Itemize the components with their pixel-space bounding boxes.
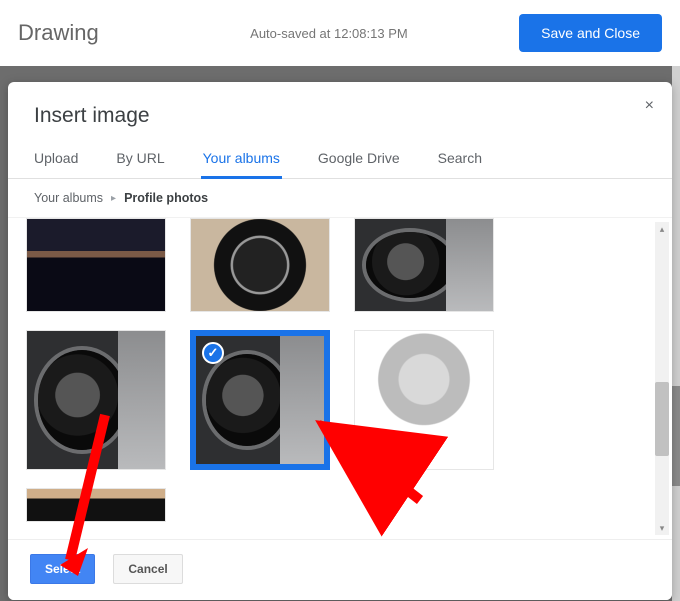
page-title: Drawing	[18, 20, 99, 46]
selected-check-icon: ✓	[202, 342, 224, 364]
chevron-right-icon: ▸	[111, 193, 116, 204]
breadcrumb: Your albums ▸ Profile photos	[8, 179, 672, 217]
autosave-status: Auto-saved at 12:08:13 PM	[99, 26, 519, 41]
dialog-header: Insert image ×	[8, 82, 672, 138]
close-icon[interactable]: ×	[645, 98, 654, 114]
album-scroll-area: ✓ ▴ ▾	[8, 217, 672, 539]
save-and-close-button[interactable]: Save and Close	[519, 14, 662, 52]
drawing-header: Drawing Auto-saved at 12:08:13 PM Save a…	[0, 0, 680, 66]
tab-by-url[interactable]: By URL	[116, 140, 164, 178]
page-scrollbar[interactable]	[672, 66, 680, 601]
breadcrumb-root[interactable]: Your albums	[34, 191, 103, 205]
album-image[interactable]	[190, 218, 330, 312]
album-image[interactable]	[26, 218, 166, 312]
dialog-footer: Select Cancel	[8, 539, 672, 600]
scroll-thumb[interactable]	[655, 382, 669, 456]
tab-upload[interactable]: Upload	[34, 140, 78, 178]
album-image[interactable]	[354, 330, 494, 470]
insert-image-dialog: Insert image × Upload By URL Your albums…	[8, 82, 672, 600]
tab-google-drive[interactable]: Google Drive	[318, 140, 400, 178]
select-button[interactable]: Select	[30, 554, 95, 584]
dialog-tabs: Upload By URL Your albums Google Drive S…	[8, 138, 672, 179]
album-image-selected[interactable]: ✓	[190, 330, 330, 470]
scroll-down-icon[interactable]: ▾	[655, 521, 669, 535]
tab-your-albums[interactable]: Your albums	[203, 140, 280, 178]
cancel-button[interactable]: Cancel	[113, 554, 182, 584]
image-grid: ✓	[26, 218, 586, 522]
dialog-title: Insert image	[34, 104, 646, 128]
album-image[interactable]	[26, 330, 166, 470]
tab-search[interactable]: Search	[438, 140, 482, 178]
scroll-up-icon[interactable]: ▴	[655, 222, 669, 236]
album-image[interactable]	[354, 218, 494, 312]
grid-scrollbar[interactable]: ▴ ▾	[655, 222, 669, 535]
album-image[interactable]	[26, 488, 166, 522]
breadcrumb-album[interactable]: Profile photos	[124, 191, 208, 205]
